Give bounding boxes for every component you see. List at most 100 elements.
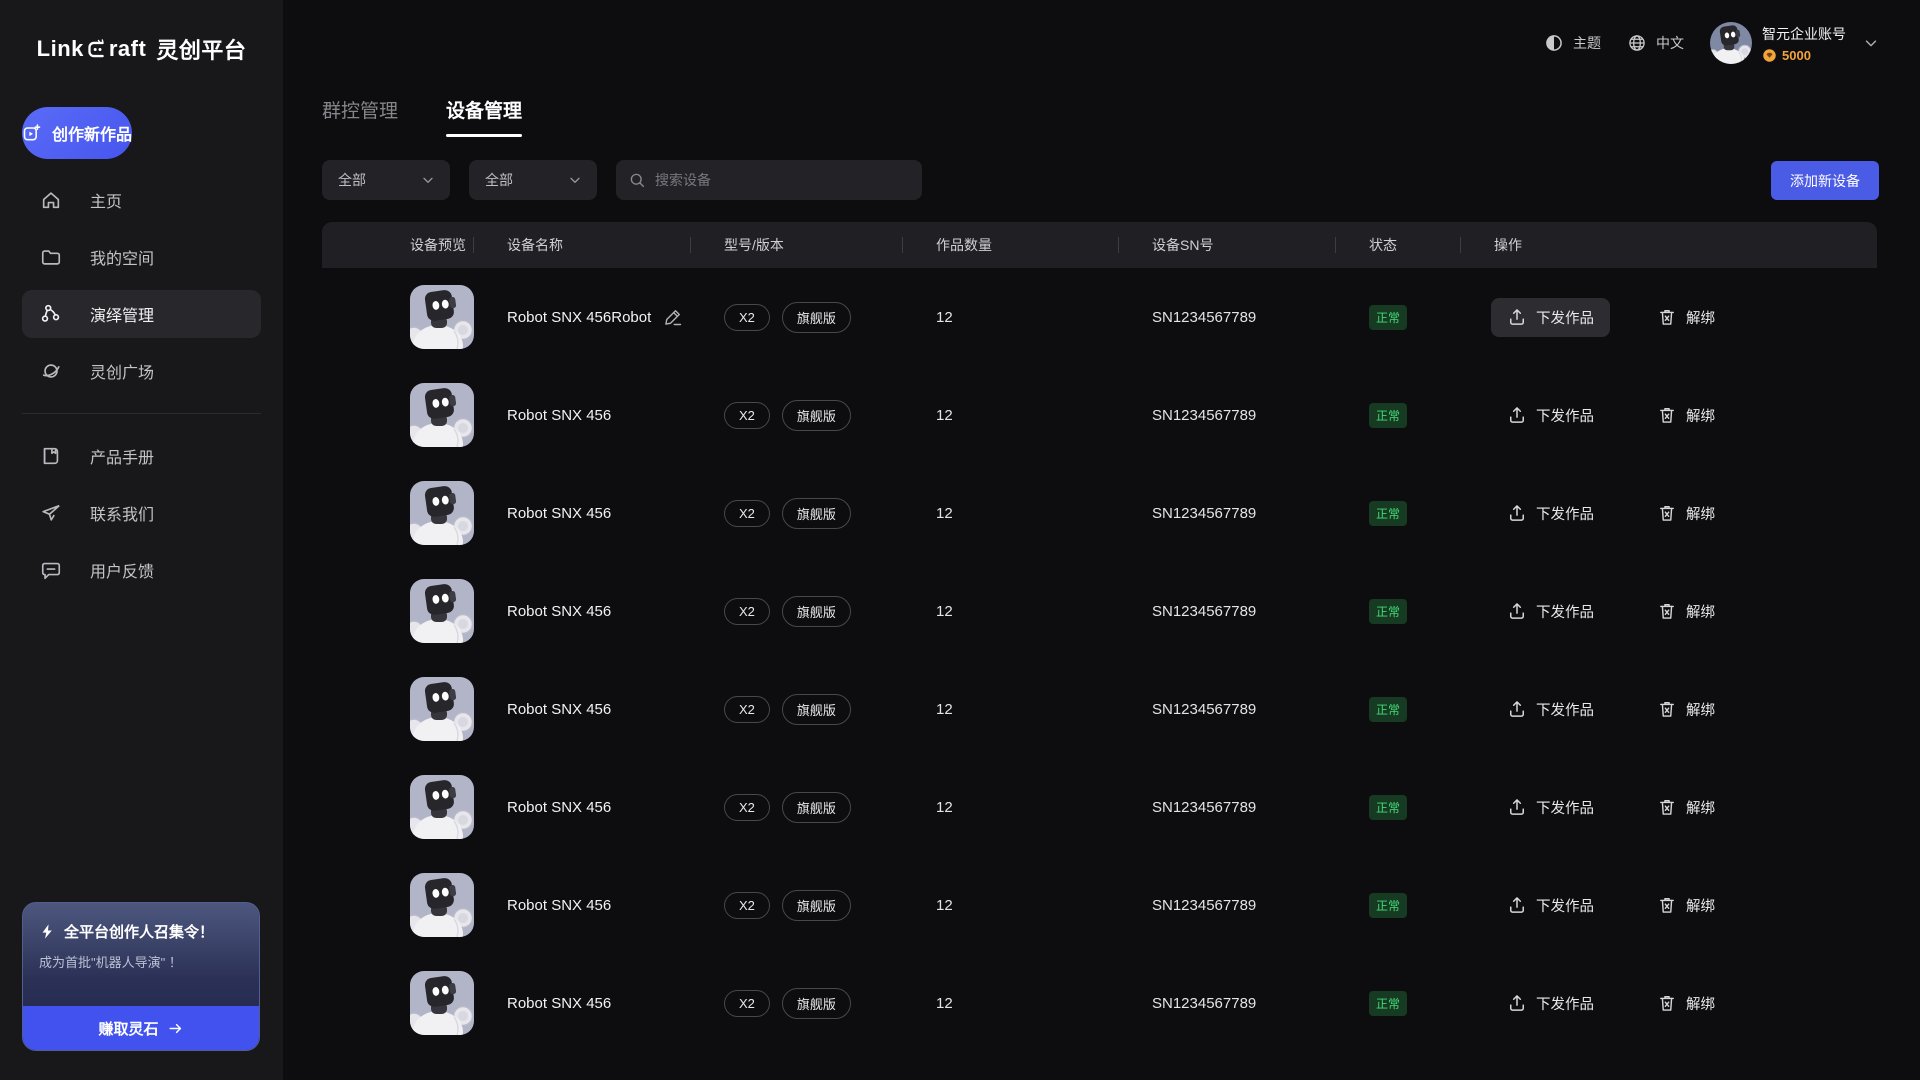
search-icon (628, 171, 646, 189)
filter-status-value: 全部 (485, 170, 513, 190)
sidebar: Link raft 灵创平台 创作新作品 (0, 0, 283, 1080)
sidebar-nav-primary: 主页 我的空间 演绎管理 灵创广场 (22, 176, 261, 395)
arrow-right-icon (167, 1020, 184, 1037)
deploy-work-button[interactable]: 下发作品 (1491, 886, 1610, 925)
model-badge: X2 (724, 794, 770, 821)
earn-gems-label: 赚取灵石 (98, 1018, 158, 1039)
avatar (1710, 22, 1752, 64)
filter-type-select[interactable]: 全部 (322, 160, 450, 200)
deploy-work-button[interactable]: 下发作品 (1491, 396, 1610, 435)
sidebar-divider (22, 413, 261, 414)
sidebar-item-home[interactable]: 主页 (22, 176, 261, 224)
unbind-button[interactable]: 解绑 (1657, 797, 1715, 818)
upload-icon (1507, 895, 1527, 915)
theme-toggle[interactable]: 主题 (1544, 33, 1601, 53)
filter-toolbar: 全部 全部 (322, 160, 922, 200)
sidebar-item-user-feedback[interactable]: 用户反馈 (22, 546, 261, 594)
device-table: 设备预览 设备名称 型号/版本 作品数量 设备SN号 状态 操作 Robot S… (322, 222, 1877, 1052)
language-switcher[interactable]: 中文 (1627, 33, 1684, 53)
unbind-label: 解绑 (1686, 503, 1715, 524)
unbind-button[interactable]: 解绑 (1657, 993, 1715, 1014)
deploy-work-button[interactable]: 下发作品 (1491, 984, 1610, 1023)
trash-icon (1657, 307, 1677, 327)
version-badge: 旗舰版 (782, 890, 851, 921)
create-work-icon (22, 123, 42, 143)
search-box (616, 160, 922, 200)
model-badge: X2 (724, 402, 770, 429)
status-badge: 正常 (1369, 501, 1407, 526)
tab-device-management[interactable]: 设备管理 (446, 96, 522, 137)
trash-icon (1657, 895, 1677, 915)
model-badge: X2 (724, 990, 770, 1017)
works-count: 12 (902, 897, 1118, 914)
trash-icon (1657, 797, 1677, 817)
device-thumbnail (410, 383, 474, 447)
header-bar: 主题 中文 智元企业账号 5000 (1544, 22, 1880, 64)
deploy-work-label: 下发作品 (1536, 503, 1594, 524)
create-new-work-button[interactable]: 创作新作品 (22, 107, 132, 159)
main-content: 主题 中文 智元企业账号 5000 (283, 0, 1920, 1080)
earn-gems-button[interactable]: 赚取灵石 (23, 1006, 259, 1050)
device-thumbnail (410, 971, 474, 1035)
home-icon (40, 189, 62, 211)
add-device-button[interactable]: 添加新设备 (1771, 161, 1879, 200)
planet-icon (40, 360, 62, 382)
unbind-button[interactable]: 解绑 (1657, 895, 1715, 916)
table-row: Robot SNX 456Robot X2 旗舰版 12 SN123456778… (322, 268, 1877, 366)
col-header-works: 作品数量 (902, 222, 1118, 268)
device-thumbnail (410, 775, 474, 839)
deploy-work-button[interactable]: 下发作品 (1491, 592, 1610, 631)
sidebar-item-product-manual[interactable]: 产品手册 (22, 432, 261, 480)
trash-icon (1657, 993, 1677, 1013)
unbind-button[interactable]: 解绑 (1657, 307, 1715, 328)
model-badge: X2 (724, 500, 770, 527)
sidebar-item-plaza[interactable]: 灵创广场 (22, 347, 261, 395)
version-badge: 旗舰版 (782, 596, 851, 627)
deploy-work-button[interactable]: 下发作品 (1491, 494, 1610, 533)
device-sn: SN1234567789 (1118, 407, 1335, 424)
unbind-label: 解绑 (1686, 601, 1715, 622)
device-sn: SN1234567789 (1118, 995, 1335, 1012)
deploy-work-button[interactable]: 下发作品 (1491, 298, 1610, 337)
account-menu[interactable]: 智元企业账号 5000 (1710, 22, 1880, 64)
upload-icon (1507, 405, 1527, 425)
unbind-label: 解绑 (1686, 405, 1715, 426)
deploy-work-button[interactable]: 下发作品 (1491, 788, 1610, 827)
model-badge: X2 (724, 696, 770, 723)
works-count: 12 (902, 799, 1118, 816)
edit-name-icon[interactable] (663, 307, 683, 327)
device-sn: SN1234567789 (1118, 505, 1335, 522)
sidebar-item-contact-us[interactable]: 联系我们 (22, 489, 261, 537)
works-count: 12 (902, 505, 1118, 522)
sidebar-item-label: 演绎管理 (90, 302, 154, 326)
account-name: 智元企业账号 (1762, 24, 1846, 44)
model-badge: X2 (724, 892, 770, 919)
device-thumbnail (410, 677, 474, 741)
device-sn: SN1234567789 (1118, 701, 1335, 718)
works-count: 12 (902, 309, 1118, 326)
sidebar-item-performance-management[interactable]: 演绎管理 (22, 290, 261, 338)
tab-group-control[interactable]: 群控管理 (322, 96, 398, 137)
status-badge: 正常 (1369, 893, 1407, 918)
upload-icon (1507, 797, 1527, 817)
status-badge: 正常 (1369, 403, 1407, 428)
unbind-button[interactable]: 解绑 (1657, 601, 1715, 622)
deploy-work-button[interactable]: 下发作品 (1491, 690, 1610, 729)
device-name: Robot SNX 456 (507, 701, 611, 718)
upload-icon (1507, 993, 1527, 1013)
trash-icon (1657, 601, 1677, 621)
deploy-work-label: 下发作品 (1536, 993, 1594, 1014)
filter-status-select[interactable]: 全部 (469, 160, 597, 200)
logo-text-raft: raft (109, 36, 146, 62)
unbind-button[interactable]: 解绑 (1657, 405, 1715, 426)
deploy-work-label: 下发作品 (1536, 797, 1594, 818)
search-input[interactable] (655, 172, 910, 188)
logo-text-link: Link (37, 36, 84, 62)
sidebar-item-my-space[interactable]: 我的空间 (22, 233, 261, 281)
works-count: 12 (902, 407, 1118, 424)
version-badge: 旗舰版 (782, 498, 851, 529)
unbind-button[interactable]: 解绑 (1657, 699, 1715, 720)
sidebar-item-label: 灵创广场 (90, 359, 154, 383)
device-name: Robot SNX 456 (507, 799, 611, 816)
unbind-button[interactable]: 解绑 (1657, 503, 1715, 524)
